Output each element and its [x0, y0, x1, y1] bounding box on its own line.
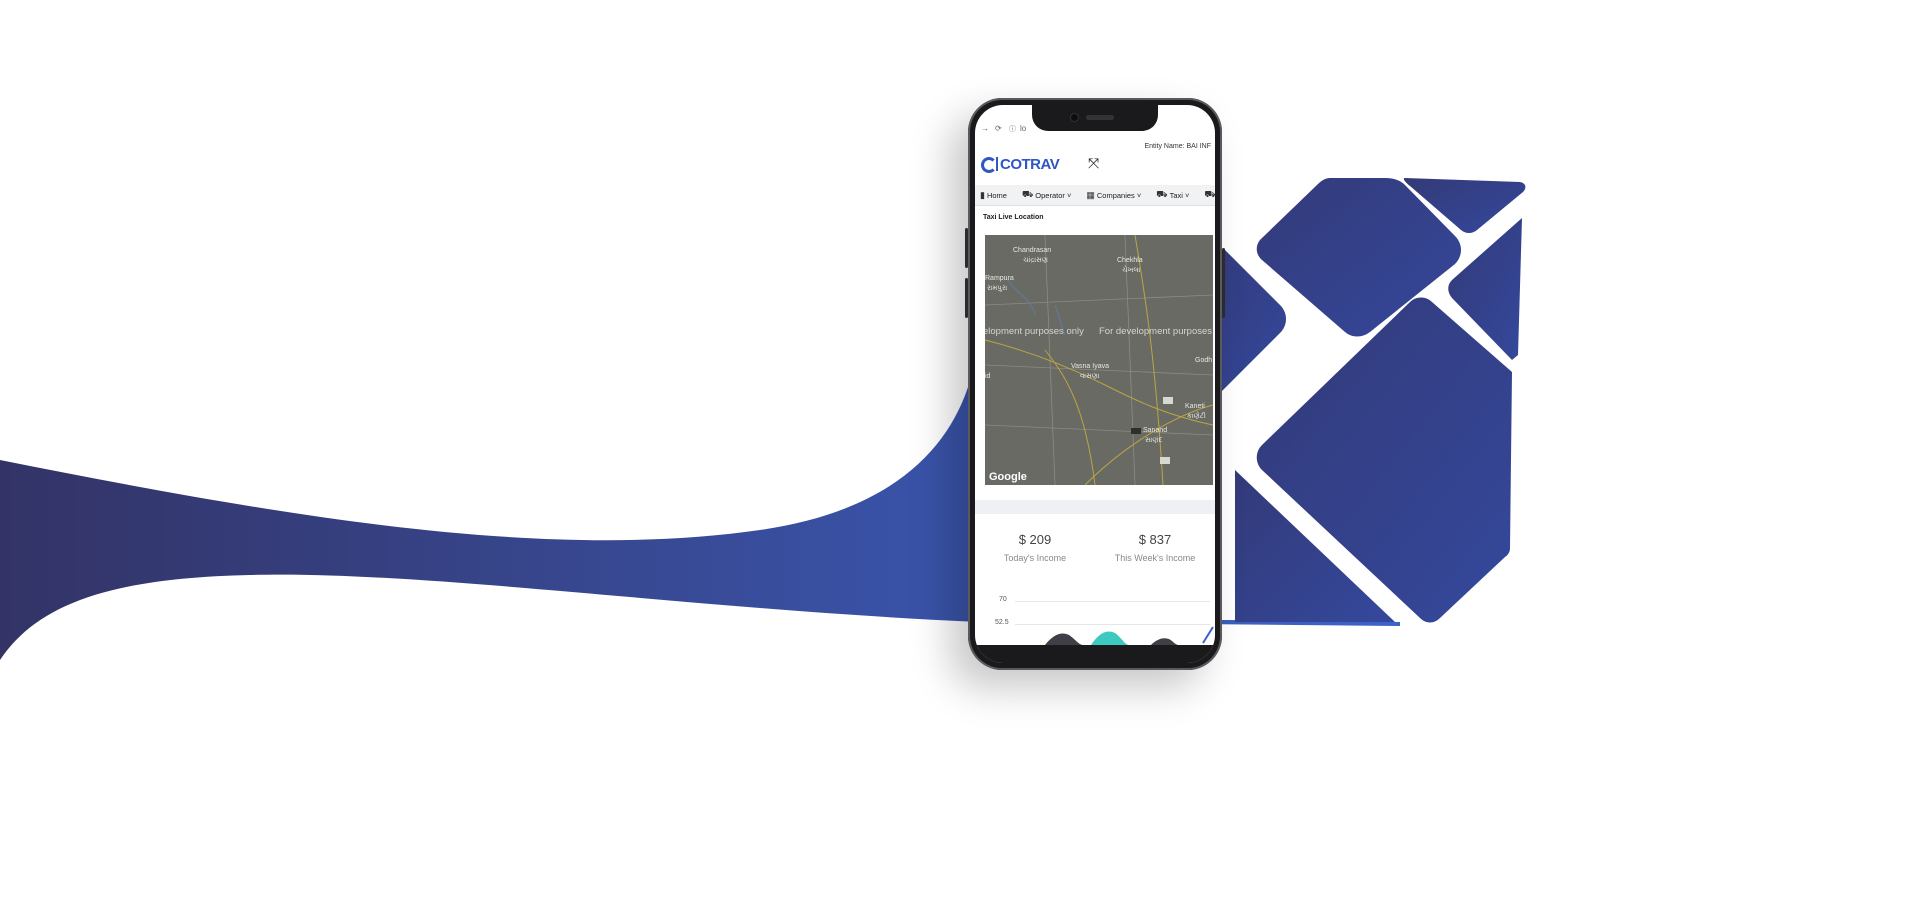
chart-y-tick: 70	[999, 596, 1007, 603]
volume-up-button	[965, 228, 968, 268]
main-nav: ▮ Home ⛟ Operator ˅ ▦ Companies ˅ ⛟ Taxi…	[975, 185, 1215, 206]
nav-companies[interactable]: ▦ Companies ˅	[1086, 190, 1141, 201]
map-place-label: Kaneti	[1185, 403, 1205, 410]
chart-area-dark	[1045, 633, 1083, 645]
nav-operator[interactable]: ⛟ Operator ˅	[1022, 189, 1071, 201]
logo-text: COTRAV	[1000, 155, 1060, 173]
map-place-label: વાસણા	[1080, 373, 1100, 380]
map-place-label: Chekhla	[1117, 257, 1143, 264]
reload-icon[interactable]: ⟳	[995, 124, 1002, 133]
income-chart[interactable]	[975, 615, 1215, 649]
map-place-label: Chandrasan	[1013, 247, 1052, 254]
chart-area-dark	[1151, 638, 1179, 645]
expand-icon[interactable]: ⤧	[1088, 155, 1099, 172]
chart-grid-line	[1015, 601, 1210, 602]
map-place-label: ચેખલા	[1122, 267, 1141, 274]
map-place-label: Vasna Iyava	[1071, 363, 1110, 370]
cotrav-logo[interactable]: COTRAV	[981, 154, 1060, 174]
dev-watermark: elopment purposes only	[985, 326, 1084, 337]
logo-mark-icon	[981, 156, 997, 173]
car-icon: ⛟	[1204, 189, 1215, 199]
phone-bottom-bezel	[975, 645, 1215, 663]
map-place-label: સાણંદ	[1145, 437, 1163, 444]
todays-income-stat: $ 209 Today's Income	[980, 532, 1090, 563]
map-place-label: રામપુરા	[987, 285, 1008, 292]
home-icon: ▮	[980, 189, 985, 200]
live-location-map[interactable]: Chandrasan ચાંદ્રાસણ Chekhla ચેખલા Rampu…	[985, 235, 1213, 485]
map-place-label: Rampura	[985, 275, 1014, 282]
map-place-label: કાણેટી	[1187, 413, 1206, 420]
weekly-income-value: $ 837	[1138, 532, 1172, 547]
nav-companies-label: Companies ˅	[1096, 190, 1142, 200]
weekly-income-label: This Week's Income	[1114, 553, 1196, 563]
power-button	[1222, 248, 1225, 318]
weekly-income-stat: $ 837 This Week's Income	[1100, 532, 1210, 563]
map-place-label: Sanand	[1143, 427, 1168, 434]
diamond-tiles	[1190, 178, 1526, 623]
dev-watermark: For development purposes only	[1099, 326, 1213, 337]
todays-income-label: Today's Income	[1003, 553, 1067, 563]
volume-down-button	[965, 278, 968, 318]
nav-taxi-label: Taxi ˅	[1169, 190, 1190, 200]
phone-screen: → ⟳ ⓘ lo Entity Name: BAI INF COTRAV ⤧ ▮…	[975, 105, 1215, 663]
grid-icon: ▦	[1086, 189, 1095, 200]
nav-home-label: Home	[986, 190, 1007, 200]
arrow-right-icon[interactable]: →	[981, 124, 989, 133]
nav-taxi[interactable]: ⛟ Taxi ˅	[1156, 189, 1189, 201]
section-divider	[975, 500, 1215, 514]
todays-income-value: $ 209	[1018, 532, 1052, 547]
car-icon: ⛟	[1021, 189, 1034, 199]
map-place-label: ચાંદ્રાસણ	[1023, 257, 1048, 264]
background-decoration	[0, 178, 1526, 660]
highway-shield	[1131, 428, 1141, 434]
highway-shield	[1163, 397, 1173, 404]
map-place-label: Godh	[1195, 357, 1213, 364]
camera-icon	[1070, 113, 1079, 122]
map-roads	[985, 235, 1213, 485]
chart-area-teal	[1091, 631, 1129, 645]
nav-home[interactable]: ▮ Home	[980, 190, 1007, 201]
chart-line-blue	[1202, 626, 1214, 644]
highway-shield	[1160, 457, 1170, 464]
nav-operator-label: Operator ˅	[1035, 190, 1072, 200]
info-icon[interactable]: ⓘ	[1009, 124, 1016, 134]
section-title: Taxi Live Location	[983, 214, 1044, 221]
url-field[interactable]: lo	[1020, 124, 1026, 133]
phone-mockup: → ⟳ ⓘ lo Entity Name: BAI INF COTRAV ⤧ ▮…	[965, 98, 1225, 670]
speaker-grille	[1086, 115, 1114, 120]
entity-name-label: Entity Name: BAI INF	[1144, 143, 1211, 150]
map-place-label: id	[985, 373, 991, 380]
car-icon: ⛟	[1156, 189, 1168, 199]
nav-more[interactable]: ⛟ To	[1204, 189, 1215, 201]
phone-notch	[1032, 105, 1158, 131]
google-attribution: Google	[989, 471, 1027, 483]
